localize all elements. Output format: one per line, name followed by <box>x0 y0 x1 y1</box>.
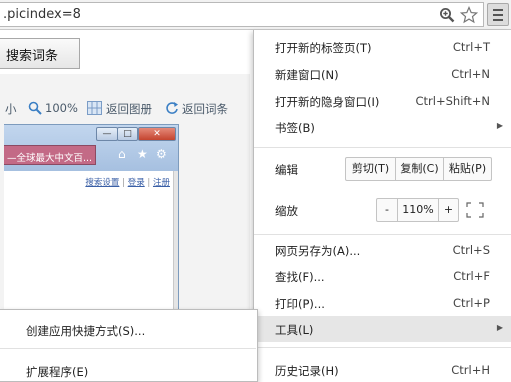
zoom-out-label[interactable]: 小 <box>5 101 17 117</box>
menu-item-shortcut: Ctrl+F <box>453 269 490 283</box>
copy-button[interactable]: 复制(C) <box>396 158 443 180</box>
menu-item-edit: 编辑 剪切(T) 复制(C) 粘贴(P) <box>254 152 511 186</box>
album-grid-icon[interactable] <box>87 101 102 115</box>
back-to-album-link[interactable]: 返回图册 <box>106 101 152 117</box>
bookmark-star-icon[interactable] <box>459 5 479 24</box>
menu-item-label: 书签(B) <box>275 121 315 135</box>
back-to-entry-link[interactable]: 返回词条 <box>182 101 228 117</box>
search-settings-link: 搜索设置 <box>85 178 120 188</box>
login-link: 登录 <box>127 178 145 188</box>
minimize-icon: — <box>96 127 118 141</box>
register-link: 注册 <box>152 178 170 188</box>
submenu-item-extensions[interactable]: 扩展程序(E) <box>0 357 256 382</box>
inner-tab-title: —全球最大中文百... <box>4 145 96 165</box>
hamburger-menu-icon[interactable] <box>487 3 509 26</box>
submenu-arrow-icon: ▶ <box>496 121 503 130</box>
menu-item-label: 打开新的标签页(T) <box>275 41 372 55</box>
zoom-magnifier-icon[interactable] <box>439 7 455 23</box>
menu-item-shortcut: Ctrl+P <box>452 296 490 310</box>
inner-toolbar-icons: ⌂ ★ ⚙ <box>118 147 178 163</box>
inner-titlebar: — □ ✕ —全球最大中文百... ⌂ ★ ⚙ <box>4 125 178 171</box>
menu-item-label: 编辑 <box>275 163 298 177</box>
tools-submenu: 创建应用快捷方式(S)... 扩展程序(E) <box>0 309 258 382</box>
fullscreen-icon[interactable] <box>464 200 486 220</box>
menu-item-zoom: 缩放 - 110% + <box>254 193 511 227</box>
paste-button[interactable]: 粘贴(P) <box>444 158 491 180</box>
menu-item-history[interactable]: 历史记录(H) Ctrl+H <box>254 357 511 382</box>
zoom-control-group: - 110% + <box>376 198 459 222</box>
menu-item-bookmarks[interactable]: 书签(B) ▶ <box>254 114 511 140</box>
menu-item-save-as[interactable]: 网页另存为(A)... Ctrl+S <box>254 237 511 263</box>
close-icon: ✕ <box>138 127 176 141</box>
zoom-level: 110% <box>402 203 434 216</box>
zoom-out-button[interactable]: - <box>377 199 397 221</box>
submenu-item-label: 扩展程序(E) <box>26 365 89 379</box>
menu-item-shortcut: Ctrl+N <box>451 67 490 81</box>
menu-item-new-window[interactable]: 新建窗口(N) Ctrl+N <box>254 61 511 87</box>
menu-item-new-tab[interactable]: 打开新的标签页(T) Ctrl+T <box>254 34 511 60</box>
menu-separator <box>254 347 511 348</box>
return-arrow-icon[interactable] <box>165 101 179 115</box>
link-separator: | <box>147 178 151 188</box>
menu-item-shortcut: Ctrl+H <box>451 363 490 377</box>
menu-item-shortcut: Ctrl+T <box>452 40 490 54</box>
menu-item-label: 查找(F)... <box>275 270 325 284</box>
chrome-main-menu: 打开新的标签页(T) Ctrl+T 新建窗口(N) Ctrl+N 打开新的隐身窗… <box>253 30 511 382</box>
menu-item-find[interactable]: 查找(F)... Ctrl+F <box>254 263 511 289</box>
menu-item-label: 打开新的隐身窗口(I) <box>275 95 380 109</box>
address-bar[interactable]: .picindex=8 <box>0 2 484 27</box>
gear-icon: ⚙ <box>156 147 167 161</box>
menu-separator <box>254 234 511 235</box>
zoom-icon[interactable] <box>28 101 42 115</box>
cut-button[interactable]: 剪切(T) <box>346 158 395 180</box>
menu-item-shortcut: Ctrl+Shift+N <box>415 94 490 108</box>
submenu-item-create-shortcut[interactable]: 创建应用快捷方式(S)... <box>0 316 256 342</box>
star-icon: ★ <box>137 147 148 161</box>
menu-item-label: 网页另存为(A)... <box>275 244 361 258</box>
menu-item-incognito[interactable]: 打开新的隐身窗口(I) Ctrl+Shift+N <box>254 88 511 114</box>
inner-links: 搜索设置 | 登录 | 注册 <box>85 176 170 188</box>
submenu-arrow-icon: ▶ <box>496 323 503 332</box>
menu-separator <box>254 147 511 148</box>
home-icon: ⌂ <box>118 147 126 161</box>
menu-item-label: 缩放 <box>275 204 298 218</box>
zoom-in-button[interactable]: + <box>439 199 458 221</box>
submenu-item-label: 创建应用快捷方式(S)... <box>26 324 146 338</box>
url-text[interactable]: .picindex=8 <box>3 7 81 22</box>
menu-item-label: 工具(L) <box>275 323 314 337</box>
menu-item-label: 新建窗口(N) <box>275 68 339 82</box>
link-separator: | <box>122 178 125 188</box>
menu-item-label: 历史记录(H) <box>275 364 339 378</box>
menu-item-shortcut: Ctrl+S <box>452 243 490 257</box>
maximize-icon: □ <box>117 127 138 141</box>
search-entry-button[interactable]: 搜索词条 <box>0 38 80 69</box>
browser-toolbar: .picindex=8 <box>0 0 511 30</box>
zoom-percent: 100% <box>45 101 78 115</box>
menu-item-label: 打印(P)... <box>275 297 325 311</box>
menu-item-print[interactable]: 打印(P)... Ctrl+P <box>254 290 511 316</box>
edit-button-group: 剪切(T) 复制(C) 粘贴(P) <box>345 157 492 181</box>
menu-item-tools[interactable]: 工具(L) ▶ <box>254 316 511 342</box>
submenu-separator <box>0 348 256 349</box>
